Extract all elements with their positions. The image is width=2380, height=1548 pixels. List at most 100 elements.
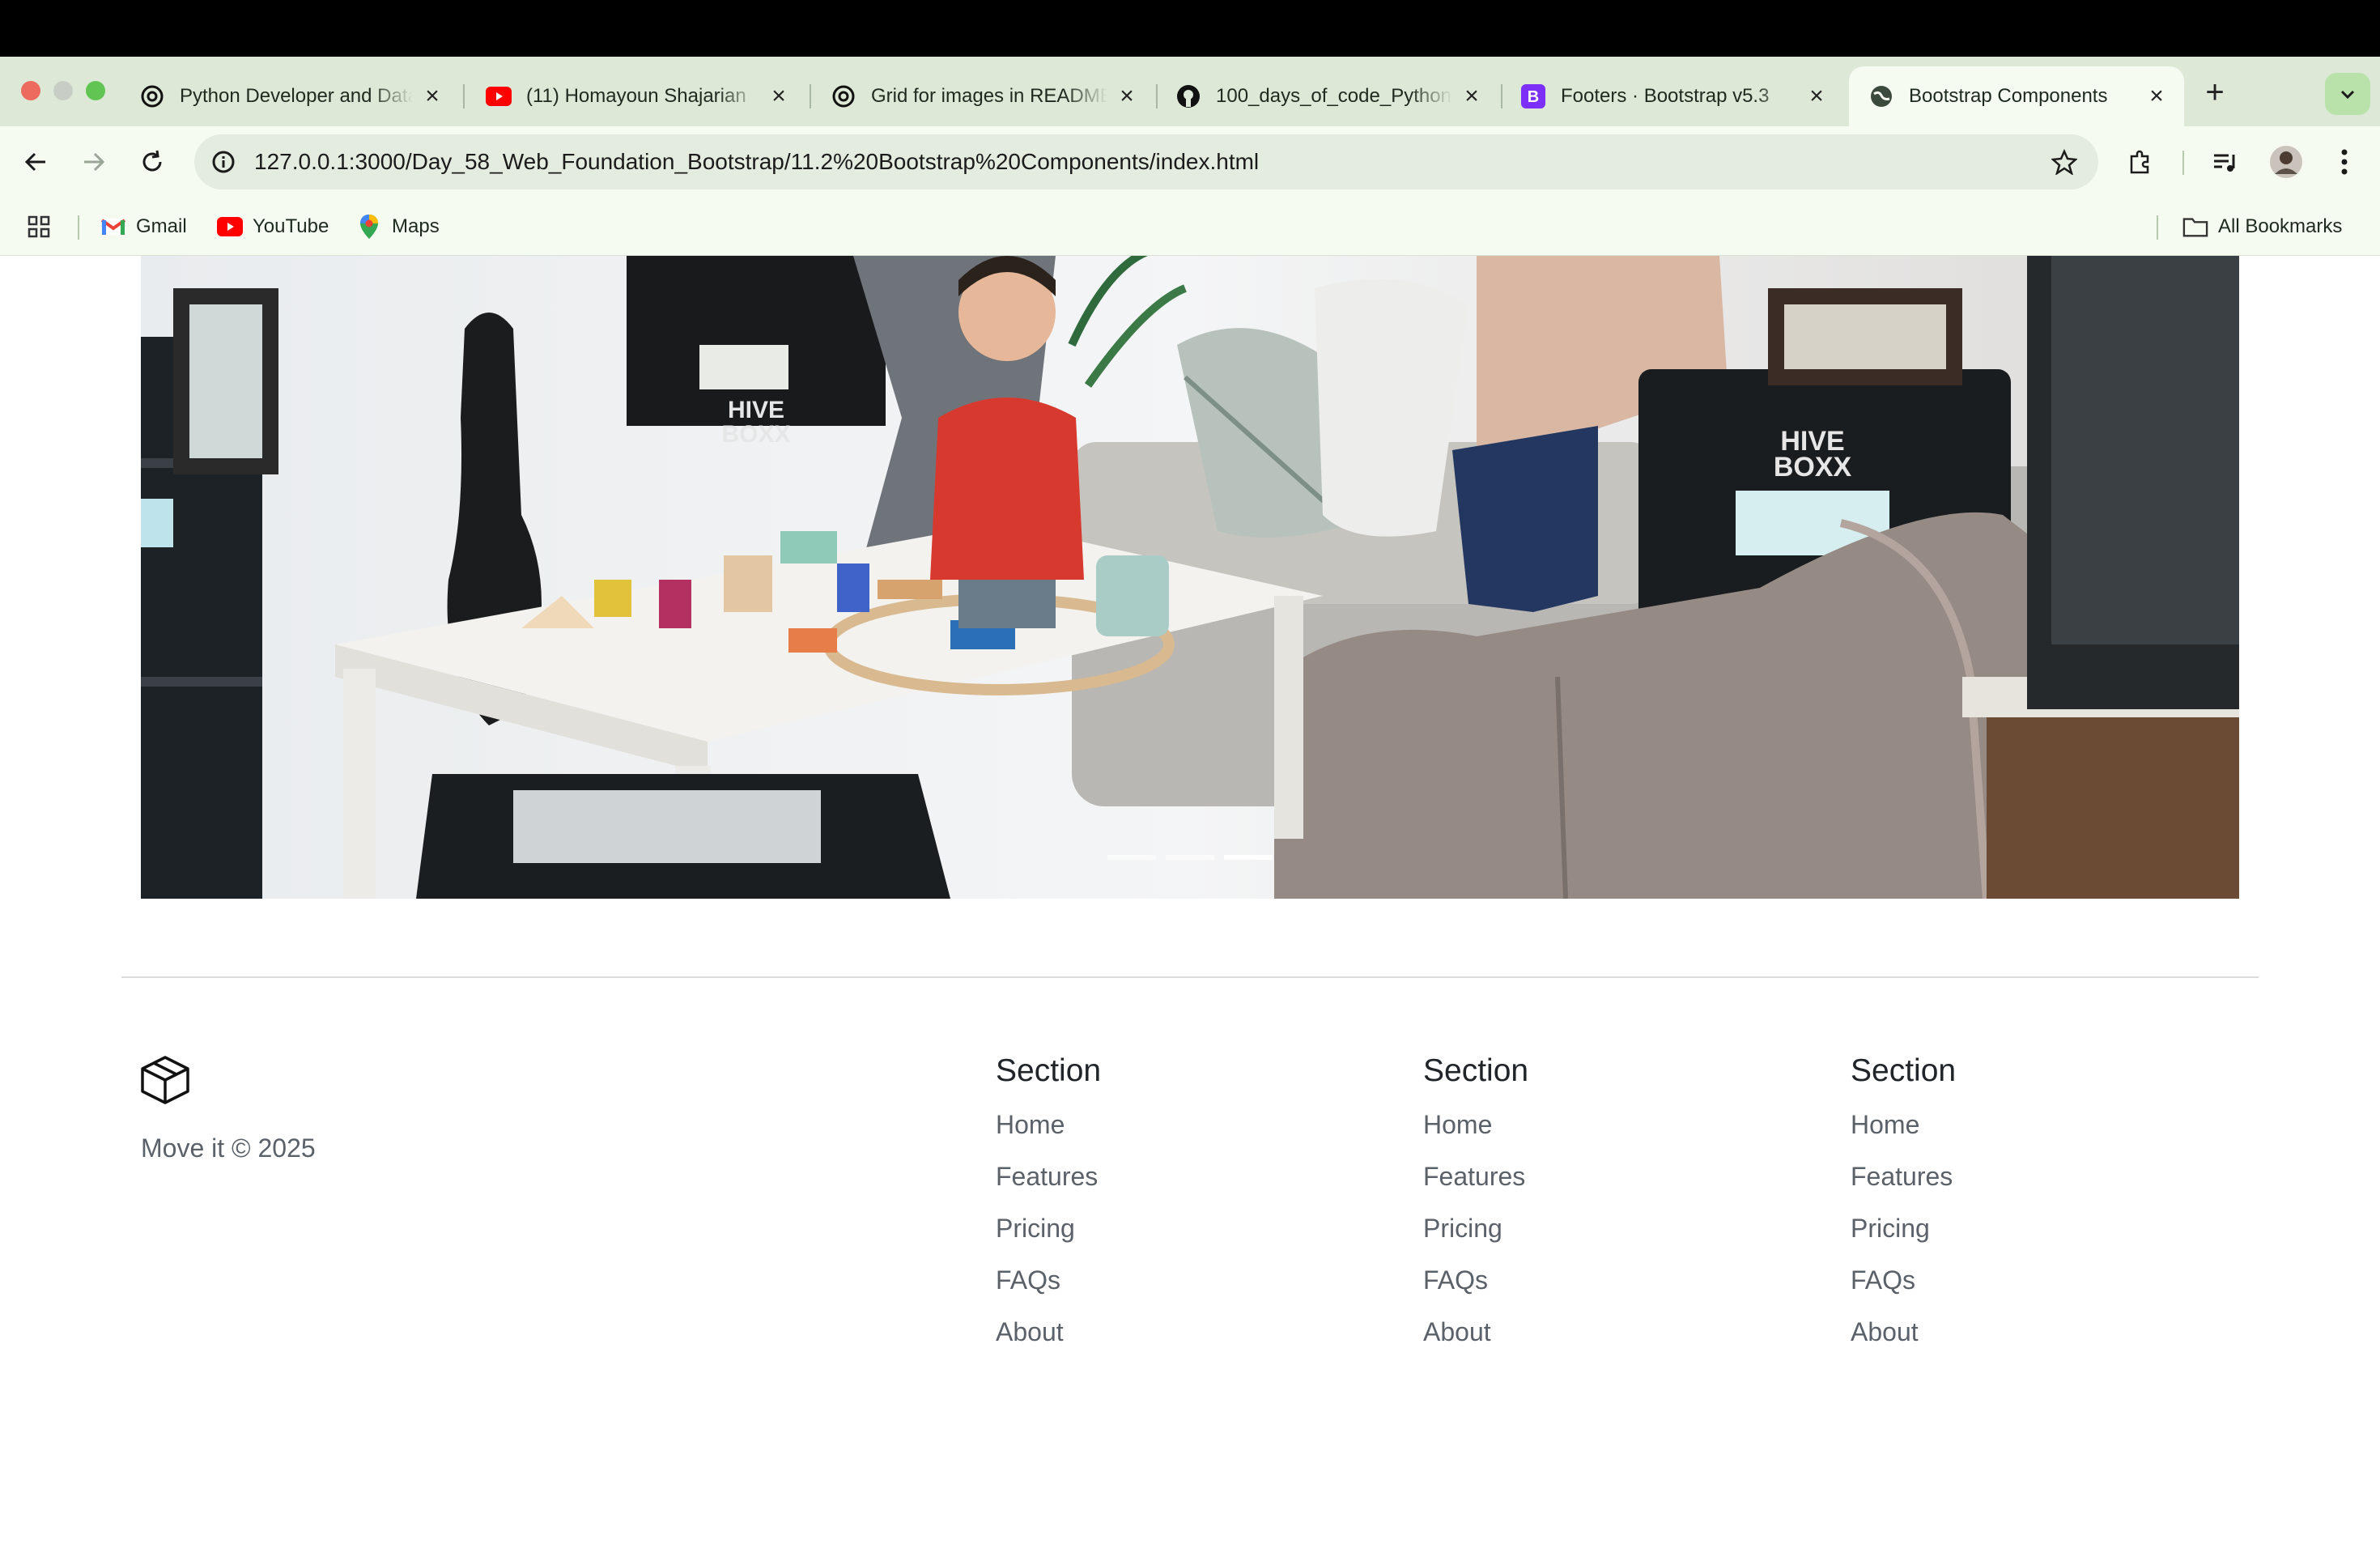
bookmark-label: Gmail [136,215,187,237]
bookmark-divider [2157,215,2158,240]
folder-icon [2182,214,2208,240]
bookmark-maps[interactable]: Maps [356,211,440,243]
footer-link-pricing[interactable]: Pricing [1851,1202,2191,1254]
macos-menu-bar [0,0,2380,57]
footer-column-1: Section Home Features Pricing FAQs About [996,1053,1336,1358]
bookmark-gmail[interactable]: Gmail [100,211,187,243]
reload-icon [142,150,162,172]
kebab-menu-icon[interactable] [2325,142,2364,181]
apps-grid-button[interactable] [26,211,62,243]
forward-button[interactable] [74,142,113,181]
bookmark-youtube[interactable]: YouTube [217,211,329,243]
close-icon[interactable]: × [767,84,790,108]
footer-link-about[interactable]: About [1851,1306,2191,1358]
copyright-text: Move it © 2025 [141,1133,316,1163]
new-tab-button[interactable]: + [2195,74,2234,113]
tab-title: (11) Homayoun Shajarian [526,85,746,107]
close-icon[interactable]: × [2145,84,2168,108]
footer-link-faqs[interactable]: FAQs [996,1254,1336,1306]
window-zoom-button[interactable] [86,81,105,100]
tab-title: Python Developer and Data Science [180,85,413,107]
footer-link-home[interactable]: Home [1423,1099,1763,1150]
svg-text:HIVE: HIVE [728,397,784,423]
footer-link-faqs[interactable]: FAQs [1851,1254,2191,1306]
close-icon[interactable]: × [421,84,444,108]
carousel-indicator-1[interactable] [1107,855,1156,860]
carousel-slide-image: HIVE BOXX HIVE BOXX [141,256,2239,899]
footer-link-home[interactable]: Home [996,1099,1336,1150]
tab-separator [463,84,465,108]
tab-bootstrap-footers[interactable]: B Footers · Bootstrap v5.3 × [1501,66,1844,126]
tab-grid-images[interactable]: Grid for images in README × [811,66,1154,126]
carousel-indicator-3[interactable] [1224,855,1273,860]
footer-section-heading: Section [1851,1053,1957,1088]
tab-title: 100_days_of_code_Python [1216,85,1451,107]
footer-link-pricing[interactable]: Pricing [1423,1202,1763,1254]
all-bookmarks-label: All Bookmarks [2218,215,2343,237]
footer-section-heading: Section [996,1053,1102,1088]
tab-search-button[interactable] [2325,73,2370,115]
maps-icon [356,214,382,240]
bootstrap-icon: B [1520,83,1546,109]
tab-youtube[interactable]: (11) Homayoun Shajarian × [466,66,806,126]
openai-icon [139,83,165,109]
svg-text:BOXX: BOXX [1774,452,1852,483]
bookmark-star-icon[interactable] [2048,146,2080,178]
bookmark-divider [78,215,79,240]
arrow-right-icon [84,152,105,172]
footer-link-features[interactable]: Features [996,1150,1336,1202]
bookmark-label: YouTube [253,215,329,237]
tab-bootstrap-components[interactable]: Bootstrap Components × [1849,66,2184,126]
footer-link-faqs[interactable]: FAQs [1423,1254,1763,1306]
footer-link-about[interactable]: About [1423,1306,1763,1358]
apps-grid-icon [26,214,52,240]
window-minimize-button[interactable] [53,81,73,100]
openai-icon [831,83,856,109]
footer-section-heading: Section [1423,1053,1529,1088]
tab-github[interactable]: 100_days_of_code_Python × [1156,66,1499,126]
gmail-icon [100,214,126,240]
url-text[interactable]: 127.0.0.1:3000/Day_58_Web_Foundation_Boo… [254,134,1259,189]
footer-link-features[interactable]: Features [1423,1150,1763,1202]
youtube-icon [486,83,512,109]
image-carousel[interactable]: HIVE BOXX HIVE BOXX [141,256,2239,899]
youtube-icon [217,214,243,240]
close-icon[interactable]: × [1805,84,1828,108]
back-button[interactable] [16,142,55,181]
footer-link-pricing[interactable]: Pricing [996,1202,1336,1254]
github-icon [1175,83,1201,109]
chevron-down-icon [2340,90,2355,100]
tab-title: Bootstrap Components [1909,85,2108,107]
footer-column-2: Section Home Features Pricing FAQs About [1423,1053,1763,1358]
page-content: HIVE BOXX HIVE BOXX Move it © 2025 Secti… [0,256,2380,1548]
tab-title: Footers · Bootstrap v5.3 [1561,85,1770,107]
box-icon[interactable] [139,1054,191,1106]
close-icon[interactable]: × [1460,84,1483,108]
close-icon[interactable]: × [1116,84,1138,108]
carousel-indicator-2[interactable] [1166,855,1214,860]
tab-strip: Python Developer and Data Science × (11)… [0,57,2380,126]
media-control-icon[interactable] [2205,142,2244,181]
reload-button[interactable] [133,142,172,181]
footer-link-about[interactable]: About [996,1306,1336,1358]
globe-icon [1868,83,1894,109]
tab-title: Grid for images in README [871,85,1107,107]
window-close-button[interactable] [21,81,40,100]
bookmark-label: Maps [392,215,440,237]
carousel-indicators [141,855,2239,860]
extensions-puzzle-icon[interactable] [2121,142,2160,181]
browser-toolbar: 127.0.0.1:3000/Day_58_Web_Foundation_Boo… [0,126,2380,198]
browser-chrome: Python Developer and Data Science × (11)… [0,57,2380,256]
svg-text:B: B [1528,88,1539,106]
all-bookmarks-button[interactable]: All Bookmarks [2182,211,2342,243]
footer-divider [121,976,2259,978]
profile-avatar-icon[interactable] [2267,142,2306,181]
bookmarks-bar: Gmail YouTube Maps All Bookmarks [0,198,2380,256]
site-info-icon[interactable] [207,146,240,178]
address-bar[interactable]: 127.0.0.1:3000/Day_58_Web_Foundation_Boo… [194,134,2098,189]
arrow-left-icon [24,152,45,172]
tab-python-developer[interactable]: Python Developer and Data Science × [120,66,460,126]
footer-link-features[interactable]: Features [1851,1150,2191,1202]
footer-link-home[interactable]: Home [1851,1099,2191,1150]
svg-text:BOXX: BOXX [721,421,790,448]
